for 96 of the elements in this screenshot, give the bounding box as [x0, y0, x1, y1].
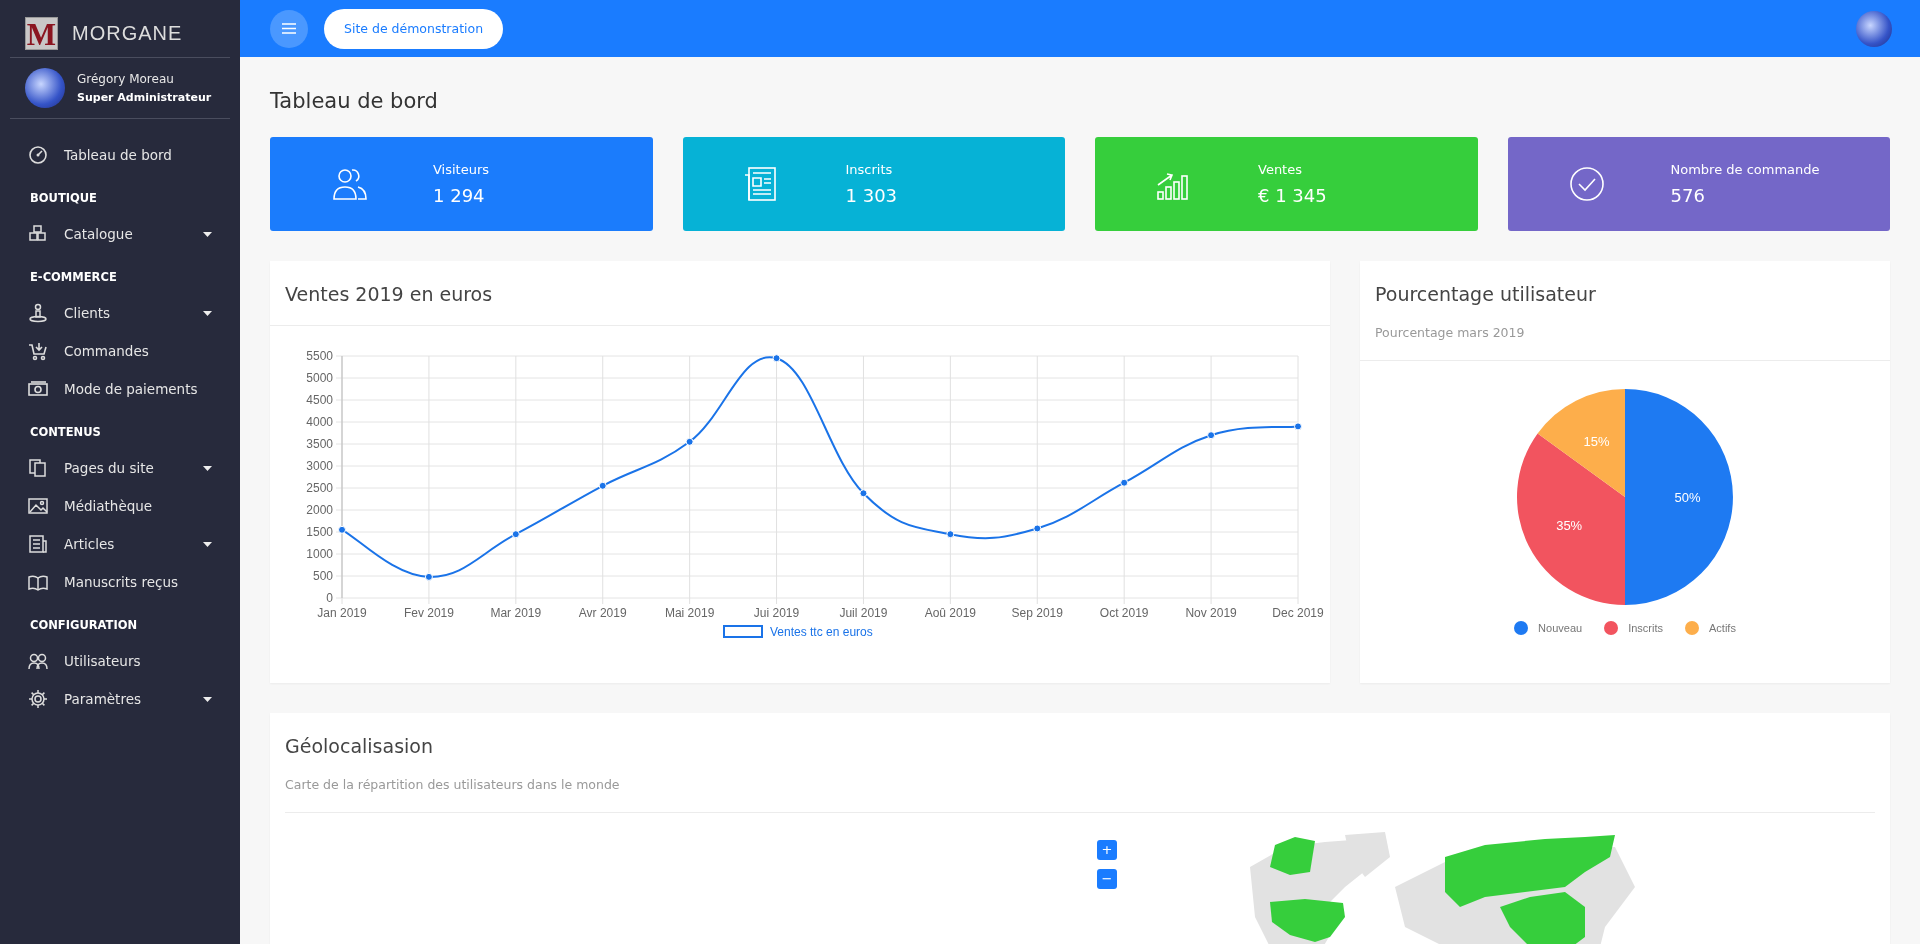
- y-tick-label: 2000: [306, 503, 333, 517]
- sidebar-item[interactable]: Commandes: [0, 332, 240, 370]
- sidebar-item[interactable]: Paramètres: [0, 680, 240, 718]
- menu-icon: [282, 23, 296, 34]
- stat-label: Inscrits: [845, 162, 894, 177]
- data-point: [1033, 524, 1042, 533]
- x-tick-label: Dec 2019: [1272, 606, 1324, 620]
- y-tick-label: 3500: [306, 437, 333, 451]
- gear-icon: [28, 689, 48, 709]
- x-tick-label: Juil 2019: [839, 606, 888, 620]
- data-point: [685, 437, 694, 446]
- x-tick-label: Jan 2019: [317, 606, 367, 620]
- x-tick-label: Oct 2019: [1099, 606, 1149, 620]
- boxes-icon: [28, 224, 48, 244]
- x-tick-label: Mar 2019: [490, 606, 542, 620]
- card-subtitle: Pourcentage mars 2019: [1374, 324, 1526, 340]
- data-point: [859, 489, 868, 498]
- data-point: [598, 481, 607, 490]
- slice-label: 50%: [1674, 490, 1701, 505]
- book-icon: [28, 572, 48, 592]
- card-subtitle: Carte de la répartition des utilisateurs dans le monde: [285, 776, 621, 792]
- user-name: Grégory Moreau: [77, 72, 175, 86]
- stat-value: 1 303: [845, 185, 898, 206]
- legend-label: Ventes ttc en euros: [770, 625, 873, 639]
- gauge-icon: [28, 145, 48, 165]
- card-title: Géolocalisasion: [285, 734, 434, 757]
- page-title: Tableau de bord: [270, 89, 439, 113]
- users-icon: [28, 651, 48, 671]
- sidebar-section-heading: E-COMMERCE: [29, 269, 118, 286]
- y-tick-label: 500: [312, 569, 333, 583]
- x-tick-label: Jui 2019: [753, 606, 800, 620]
- slice-label: 15%: [1583, 434, 1610, 450]
- user-role: Super Administrateur: [77, 91, 212, 104]
- sidebar-item[interactable]: Catalogue: [0, 215, 240, 253]
- y-tick-label: 2500: [306, 481, 333, 495]
- stat-value: € 1 345: [1258, 185, 1327, 206]
- y-tick-label: 3000: [306, 459, 333, 473]
- zoom-out-button[interactable]: −: [1097, 869, 1117, 889]
- data-point: [511, 530, 520, 539]
- legend-swatch: [723, 625, 763, 638]
- x-tick-label: Mai 2019: [664, 606, 715, 620]
- y-tick-label: 5000: [306, 371, 333, 385]
- zoom-in-button[interactable]: +: [1097, 840, 1117, 860]
- data-point: [772, 354, 781, 363]
- sidebar-item[interactable]: Articles: [0, 525, 240, 563]
- user-avatar[interactable]: [1856, 10, 1892, 47]
- x-tick-label: Avr 2019: [578, 606, 627, 620]
- data-point: [1207, 431, 1216, 440]
- sidebar-item[interactable]: Manuscrits reçus: [0, 563, 240, 601]
- legend-label: Inscrits: [1628, 622, 1663, 634]
- y-tick-label: 4000: [306, 415, 333, 429]
- cart-icon: [28, 341, 48, 361]
- user-avatar: [25, 68, 65, 108]
- y-tick-label: 0: [326, 591, 333, 605]
- data-point: [946, 530, 955, 539]
- newspaper-icon: [28, 534, 48, 554]
- sidebar-item[interactable]: Clients: [0, 294, 240, 332]
- menu-button[interactable]: [270, 9, 308, 48]
- x-tick-label: Fev 2019: [403, 606, 454, 620]
- data-point: [424, 572, 433, 581]
- person-icon: [28, 303, 48, 323]
- stat-value: 576: [1670, 185, 1706, 206]
- banknote-icon: [28, 379, 48, 399]
- image-icon: [28, 496, 48, 516]
- card-title: Pourcentage utilisateur: [1374, 282, 1597, 305]
- sidebar-section-heading: BOUTIQUE: [29, 190, 98, 207]
- x-tick-label: Nov 2019: [1185, 606, 1237, 620]
- sidebar-section-heading: CONFIGURATION: [29, 617, 139, 634]
- stat-label: Ventes: [1258, 162, 1303, 177]
- sidebar-item[interactable]: Mode de paiements: [0, 370, 240, 408]
- brand-logo: M: [25, 16, 58, 50]
- x-tick-label: Sep 2019: [1011, 606, 1063, 620]
- sidebar-item[interactable]: Médiathèque: [0, 487, 240, 525]
- slice-label: 35%: [1556, 518, 1583, 534]
- x-tick-label: Aoû 2019: [924, 606, 977, 620]
- sidebar-item[interactable]: Tableau de bord: [0, 136, 240, 174]
- sidebar-section-heading: CONTENUS: [29, 424, 102, 441]
- stat-label: Nombre de commande: [1670, 162, 1820, 177]
- y-tick-label: 4500: [306, 393, 333, 407]
- demo-site-button[interactable]: Site de démonstration: [324, 8, 504, 49]
- pages-icon: [28, 458, 48, 478]
- stat-label: Visiteurs: [433, 162, 490, 177]
- check-circle-icon: [1567, 165, 1606, 203]
- brand-name: MORGANE: [72, 21, 183, 45]
- data-point: [1120, 478, 1129, 487]
- y-tick-label: 1500: [306, 525, 333, 539]
- y-tick-label: 1000: [306, 547, 333, 561]
- data-point: [338, 525, 346, 534]
- y-tick-label: 5500: [306, 349, 333, 363]
- sidebar-item[interactable]: Pages du site: [0, 449, 240, 487]
- sidebar-item[interactable]: Utilisateurs: [0, 642, 240, 680]
- card-title: Ventes 2019 en euros: [284, 282, 494, 305]
- stat-value: 1 294: [433, 185, 486, 206]
- legend-label: Actifs: [1709, 622, 1736, 634]
- legend-label: Nouveau: [1538, 622, 1583, 634]
- data-point: [1294, 422, 1302, 431]
